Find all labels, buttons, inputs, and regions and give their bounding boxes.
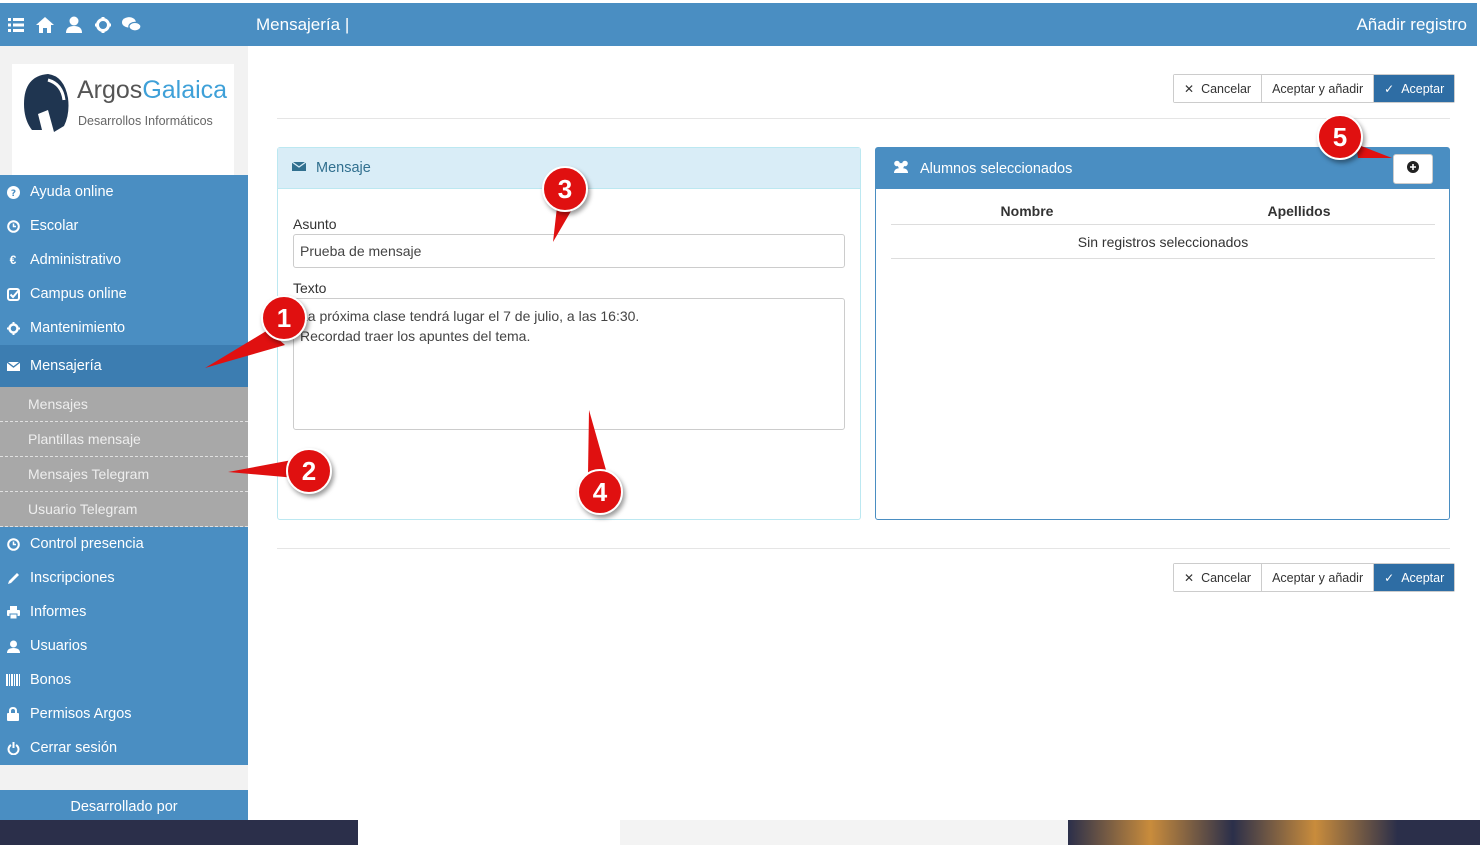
menu-item-escolar[interactable]: Escolar xyxy=(0,209,248,243)
page-action-title: Añadir registro xyxy=(1356,14,1467,34)
alumnos-panel-header: Alumnos seleccionados xyxy=(876,148,1449,189)
question-icon: ? xyxy=(6,185,20,199)
top-icons xyxy=(0,15,248,34)
logo: ArgosGalaica Desarrollos Informáticos xyxy=(12,64,234,176)
chat-icon[interactable] xyxy=(122,15,141,34)
menu-item-informes[interactable]: Informes xyxy=(0,595,248,629)
submenu-item-mensajes-telegram[interactable]: Mensajes Telegram xyxy=(0,457,248,492)
callout-2: 2 xyxy=(286,448,332,494)
barcode-icon xyxy=(6,673,20,687)
sidebar: ArgosGalaica Desarrollos Informáticos ? A… xyxy=(0,46,248,821)
menu-item-permisos-argos[interactable]: Permisos Argos xyxy=(0,697,248,731)
clock-icon xyxy=(6,219,20,233)
callout-4: 4 xyxy=(577,469,623,515)
svg-text:?: ? xyxy=(10,189,15,199)
top-button-group: ✕ Cancelar Aceptar y añadir ✓ Aceptar xyxy=(1173,74,1456,103)
texto-textarea[interactable]: La próxima clase tendrá lugar el 7 de ju… xyxy=(293,298,845,430)
submenu-mensajeria: Mensajes Plantillas mensaje Mensajes Tel… xyxy=(0,387,248,527)
taskbar-chat-item xyxy=(358,820,620,845)
submenu-item-plantillas-mensaje[interactable]: Plantillas mensaje xyxy=(0,422,248,457)
alumnos-table: Nombre Apellidos Sin registros seleccion… xyxy=(891,203,1435,259)
taskbar-message-box xyxy=(620,820,1068,845)
accept-button[interactable]: ✓ Aceptar xyxy=(1374,75,1455,102)
list-icon[interactable] xyxy=(6,15,25,34)
table-header: Nombre Apellidos xyxy=(891,203,1435,225)
add-alumno-button[interactable] xyxy=(1393,154,1433,184)
menu-item-bonos[interactable]: Bonos xyxy=(0,663,248,697)
cancel-button[interactable]: ✕ Cancelar xyxy=(1174,564,1263,591)
euro-icon: € xyxy=(9,253,17,267)
accept-add-button[interactable]: Aceptar y añadir xyxy=(1262,564,1375,591)
close-icon: ✕ xyxy=(1184,81,1195,96)
pencil-icon xyxy=(6,571,20,585)
menu-item-inscripciones[interactable]: Inscripciones xyxy=(0,561,248,595)
gear-icon xyxy=(6,321,20,335)
divider xyxy=(277,548,1450,549)
gear-icon[interactable] xyxy=(93,15,112,34)
menu-item-mantenimiento[interactable]: Mantenimiento xyxy=(0,311,248,345)
alumnos-panel: Alumnos seleccionados Nombre Apellidos S… xyxy=(875,147,1450,520)
callout-3: 3 xyxy=(542,166,588,212)
power-icon xyxy=(6,741,20,755)
callout-1: 1 xyxy=(261,295,307,341)
page-title: Mensajería | xyxy=(256,14,350,34)
accept-add-button[interactable]: Aceptar y añadir xyxy=(1262,75,1375,102)
column-header-apellidos[interactable]: Apellidos xyxy=(1163,203,1435,224)
developed-by: Desarrollado por xyxy=(0,790,248,821)
close-icon: ✕ xyxy=(1184,570,1195,585)
submenu-item-mensajes[interactable]: Mensajes xyxy=(0,387,248,422)
submenu-item-usuario-telegram[interactable]: Usuario Telegram xyxy=(0,492,248,527)
main-menu: ? Ayuda online Escolar € Administrativo Ca… xyxy=(0,175,248,765)
menu-item-cerrar-sesion[interactable]: Cerrar sesión xyxy=(0,731,248,765)
menu-item-campus-online[interactable]: Campus online xyxy=(0,277,248,311)
users-icon xyxy=(892,160,910,177)
bottom-button-group: ✕ Cancelar Aceptar y añadir ✓ Aceptar xyxy=(1173,563,1456,592)
taskbar-wallpaper xyxy=(1068,820,1480,845)
plus-circle-icon xyxy=(1407,161,1419,177)
top-bar: Mensajería | Añadir registro xyxy=(0,3,1477,46)
empty-row: Sin registros seleccionados xyxy=(891,225,1435,259)
checkmark-icon: ✓ xyxy=(1384,570,1395,585)
menu-item-control-presencia[interactable]: Control presencia xyxy=(0,527,248,561)
accept-button[interactable]: ✓ Aceptar xyxy=(1374,564,1455,591)
callout-5: 5 xyxy=(1317,114,1363,160)
column-header-nombre[interactable]: Nombre xyxy=(891,203,1163,224)
envelope-icon xyxy=(6,359,20,373)
menu-item-mensajeria[interactable]: Mensajería xyxy=(0,345,248,387)
texto-label: Texto xyxy=(293,280,327,296)
print-icon xyxy=(6,605,20,619)
checkmark-icon: ✓ xyxy=(1384,81,1395,96)
logo-brand: ArgosGalaica xyxy=(77,76,228,104)
user-icon[interactable] xyxy=(64,15,83,34)
lock-icon xyxy=(6,707,20,721)
check-icon xyxy=(6,287,20,301)
menu-item-administrativo[interactable]: € Administrativo xyxy=(0,243,248,277)
helmet-logo-icon xyxy=(24,74,69,132)
home-icon[interactable] xyxy=(35,15,54,34)
clock-icon xyxy=(6,537,20,551)
logo-subtitle: Desarrollos Informáticos xyxy=(78,114,213,128)
asunto-input[interactable]: Prueba de mensaje xyxy=(293,234,845,268)
asunto-label: Asunto xyxy=(293,216,337,232)
menu-item-usuarios[interactable]: Usuarios xyxy=(0,629,248,663)
envelope-icon xyxy=(291,160,307,176)
cancel-button[interactable]: ✕ Cancelar xyxy=(1174,75,1263,102)
divider xyxy=(277,118,1450,119)
user-icon xyxy=(6,639,20,653)
menu-item-ayuda-online[interactable]: ? Ayuda online xyxy=(0,175,248,209)
background-taskbar xyxy=(0,820,1480,845)
